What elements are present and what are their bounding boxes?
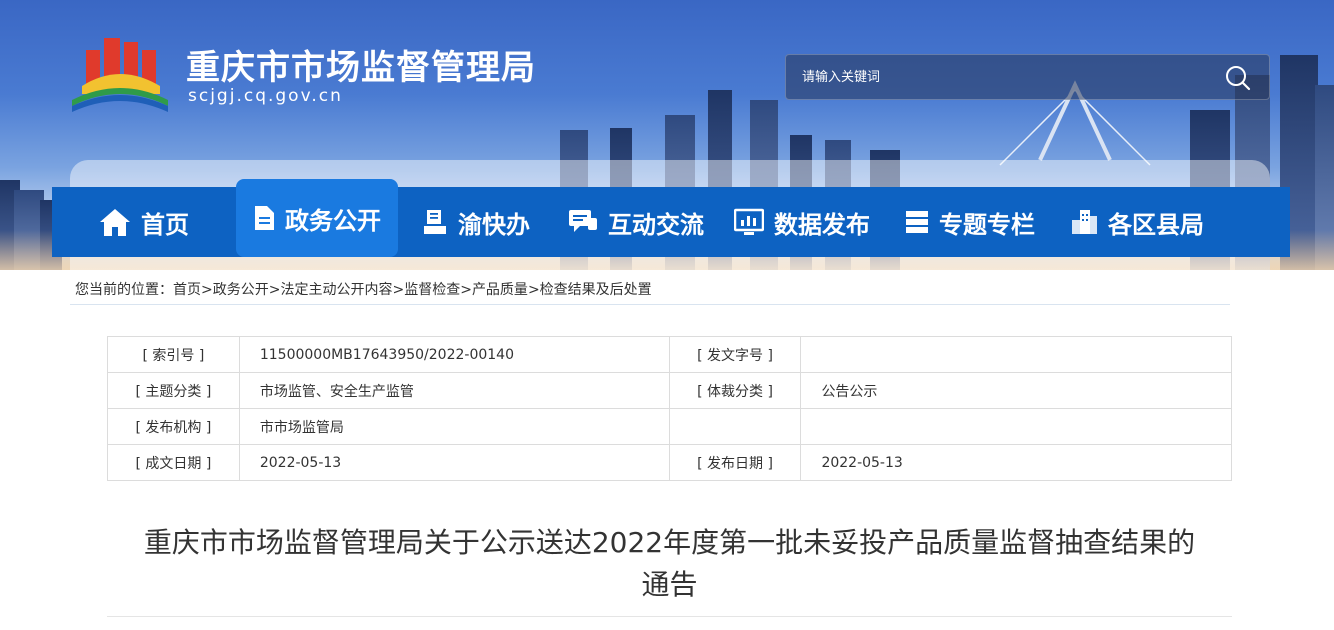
publish-date-value: 2022-05-13 xyxy=(800,444,1232,481)
empty-cell xyxy=(800,408,1232,445)
nav-item-special-topics[interactable]: 专题专栏 xyxy=(886,187,1054,257)
nav-item-home[interactable]: 首页 xyxy=(52,187,236,257)
nav-item-label: 互动交流 xyxy=(608,210,704,239)
search-box xyxy=(785,54,1270,100)
breadcrumb-separator: > xyxy=(527,282,540,298)
breadcrumb-link-inspection-results[interactable]: 检查结果及后处置 xyxy=(540,282,652,298)
breadcrumb-link-product-quality[interactable]: 产品质量 xyxy=(472,282,528,298)
table-row: [ 主题分类 ] 市场监管、安全生产监管 [ 体裁分类 ] 公告公示 xyxy=(107,372,1232,409)
document-number-label: [ 发文字号 ] xyxy=(668,336,802,373)
site-title: 重庆市市场监督管理局 xyxy=(186,48,536,88)
nav-item-label: 各区县局 xyxy=(1108,210,1204,239)
nav-item-label: 首页 xyxy=(141,210,189,239)
breadcrumb-divider xyxy=(70,304,1230,305)
document-number-value xyxy=(800,336,1232,373)
document-icon xyxy=(255,206,274,230)
breadcrumb-prefix: 您当前的位置： xyxy=(75,282,173,298)
breadcrumb-separator: > xyxy=(268,282,281,298)
home-icon xyxy=(100,209,130,236)
buildings-icon xyxy=(1072,210,1097,234)
index-number-label: [ 索引号 ] xyxy=(107,336,240,373)
nav-item-label: 渝快办 xyxy=(458,210,530,239)
breadcrumb-separator: > xyxy=(460,282,472,298)
stack-icon xyxy=(906,211,928,233)
document-info-table: [ 索引号 ] 11500000MB17643950/2022-00140 [ … xyxy=(107,336,1232,481)
table-row: [ 索引号 ] 11500000MB17643950/2022-00140 [ … xyxy=(107,336,1232,373)
chat-icon xyxy=(569,210,597,232)
main-nav: 首页 政务公开 渝快办 互动交流 数据发布 专题专栏 各区县局 xyxy=(52,179,1290,257)
empty-cell xyxy=(668,408,802,445)
site-logo xyxy=(72,38,168,112)
chart-monitor-icon xyxy=(734,208,764,235)
nav-item-interaction[interactable]: 互动交流 xyxy=(554,187,718,257)
breadcrumb-link-supervision[interactable]: 监督检查 xyxy=(404,282,460,298)
genre-category-value: 公告公示 xyxy=(800,372,1232,409)
nav-item-label: 专题专栏 xyxy=(939,210,1035,239)
index-number-value: 11500000MB17643950/2022-00140 xyxy=(238,336,670,373)
site-domain: scjgj.cq.gov.cn xyxy=(188,86,343,106)
breadcrumb-link-government-affairs[interactable]: 政务公开 xyxy=(213,282,269,298)
search-input[interactable] xyxy=(786,55,1206,99)
creation-date-label: [ 成文日期 ] xyxy=(107,444,240,481)
nav-item-label: 政务公开 xyxy=(285,206,381,235)
article-title: 重庆市市场监督管理局关于公示送达2022年度第一批未妥投产品质量监督抽查结果的 … xyxy=(107,522,1232,606)
table-row: [ 成文日期 ] 2022-05-13 [ 发布日期 ] 2022-05-13 xyxy=(107,444,1232,481)
nav-item-district-bureaus[interactable]: 各区县局 xyxy=(1054,187,1220,257)
article-title-line: 重庆市市场监督管理局关于公示送达2022年度第一批未妥投产品质量监督抽查结果的 xyxy=(143,526,1196,559)
publish-date-label: [ 发布日期 ] xyxy=(668,444,802,481)
topic-category-value: 市场监管、安全生产监管 xyxy=(238,372,670,409)
nav-item-yukuaiban[interactable]: 渝快办 xyxy=(398,187,554,257)
creation-date-value: 2022-05-13 xyxy=(238,444,670,481)
breadcrumb-separator: > xyxy=(392,282,405,298)
title-divider xyxy=(107,616,1232,617)
breadcrumb-link-statutory-disclosure[interactable]: 法定主动公开内容 xyxy=(280,282,392,298)
issuing-org-value: 市市场监管局 xyxy=(238,408,670,445)
article-title-line: 通告 xyxy=(641,568,698,601)
search-icon[interactable] xyxy=(1225,65,1251,91)
breadcrumb: 您当前的位置：首页>政务公开>法定主动公开内容>监督检查>产品质量>检查结果及后… xyxy=(75,279,652,299)
stamp-icon xyxy=(424,210,446,234)
breadcrumb-separator: > xyxy=(201,282,213,298)
nav-item-government-affairs[interactable]: 政务公开 xyxy=(236,179,398,257)
table-row: [ 发布机构 ] 市市场监管局 xyxy=(107,408,1232,445)
breadcrumb-link-home[interactable]: 首页 xyxy=(173,282,201,298)
genre-category-label: [ 体裁分类 ] xyxy=(668,372,802,409)
topic-category-label: [ 主题分类 ] xyxy=(107,372,240,409)
issuing-org-label: [ 发布机构 ] xyxy=(107,408,240,445)
nav-item-label: 数据发布 xyxy=(774,210,870,239)
nav-item-data-release[interactable]: 数据发布 xyxy=(718,187,886,257)
